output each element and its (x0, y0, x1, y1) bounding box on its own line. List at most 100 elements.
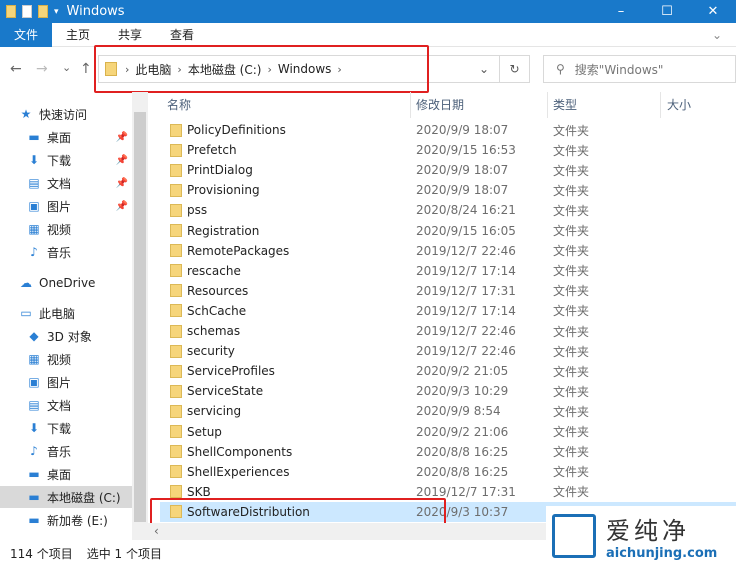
file-row[interactable]: rescache 2019/12/7 17:14 文件夹 (160, 261, 736, 281)
sidebar-item[interactable]: ▬ 本地磁盘 (C:) (0, 486, 132, 508)
sidebar-item[interactable]: ⬇ 下载 📌 (0, 149, 132, 171)
file-row[interactable]: RemotePackages 2019/12/7 22:46 文件夹 (160, 241, 736, 261)
sidebar-item[interactable]: ▬ 桌面 (0, 463, 132, 485)
file-name: rescache (187, 263, 241, 278)
file-row[interactable]: Prefetch 2020/9/15 16:53 文件夹 (160, 140, 736, 160)
file-row[interactable]: SchCache 2019/12/7 17:14 文件夹 (160, 301, 736, 321)
column-header-type[interactable]: 类型 (553, 96, 577, 113)
back-button[interactable]: ← (10, 61, 22, 77)
pin-icon[interactable]: 📌 (116, 132, 128, 143)
customize-toolbar-icon[interactable]: ▾ (54, 7, 59, 17)
sidebar-item[interactable]: ♪ 音乐 (0, 440, 132, 462)
recent-locations-button[interactable]: ⌄ (62, 61, 71, 74)
expand-ribbon-icon[interactable]: ⌄ (698, 23, 736, 47)
pin-icon[interactable]: 📌 (116, 178, 128, 189)
sidebar-item[interactable]: ▬ 新加卷 (E:) (0, 509, 132, 531)
search-input[interactable]: ⚲ 搜索"Windows" (543, 55, 736, 83)
file-date: 2020/9/9 8:54 (416, 404, 501, 419)
column-header-size[interactable]: 大小 (667, 96, 691, 113)
cube-icon: ◆ (29, 329, 39, 343)
file-date: 2020/9/9 18:07 (416, 163, 509, 178)
file-row[interactable]: Resources 2019/12/7 17:31 文件夹 (160, 281, 736, 301)
file-row[interactable]: ServiceState 2020/9/3 10:29 文件夹 (160, 381, 736, 401)
file-name: schemas (187, 324, 241, 338)
sidebar-item[interactable]: ▦ 视频 (0, 218, 132, 240)
sidebar-item[interactable]: ▣ 图片 📌 (0, 195, 132, 217)
file-date: 2020/9/3 10:29 (416, 384, 509, 399)
sidebar-item[interactable]: ♪ 音乐 (0, 241, 132, 263)
file-name: PrintDialog (187, 163, 253, 178)
file-date: 2020/9/15 16:05 (416, 223, 516, 238)
file-row[interactable]: Provisioning 2020/9/9 18:07 文件夹 (160, 180, 736, 200)
cloud-icon: ☁ (20, 276, 32, 290)
file-type: 文件夹 (553, 244, 590, 259)
file-type: 文件夹 (553, 384, 590, 399)
folder-icon (170, 404, 182, 418)
pin-icon[interactable]: 📌 (116, 201, 128, 212)
title-bar: ▾ Windows – ☐ ✕ (0, 0, 736, 23)
file-row[interactable]: PolicyDefinitions 2020/9/9 18:07 文件夹 (160, 120, 736, 140)
close-button[interactable]: ✕ (690, 0, 736, 23)
file-date: 2020/8/24 16:21 (416, 203, 516, 218)
drive-icon: ▬ (28, 490, 40, 504)
file-name: ServiceProfiles (187, 364, 275, 379)
file-name: ShellComponents (187, 444, 293, 459)
file-row[interactable]: Registration 2020/9/15 16:05 文件夹 (160, 221, 736, 241)
file-name: SchCache (187, 303, 247, 318)
file-row[interactable]: schemas 2019/12/7 22:46 文件夹 (160, 321, 736, 341)
file-name: Registration (187, 223, 260, 238)
forward-button[interactable]: → (36, 61, 48, 77)
file-row[interactable]: Setup 2020/9/2 21:06 文件夹 (160, 422, 736, 442)
up-button[interactable]: ↑ (80, 61, 92, 77)
sidebar-item[interactable]: ▤ 文档 (0, 394, 132, 416)
maximize-button[interactable]: ☐ (644, 0, 690, 23)
file-row[interactable]: ServiceProfiles 2020/9/2 21:05 文件夹 (160, 361, 736, 381)
folder-icon (170, 163, 182, 177)
folder-icon (170, 284, 182, 298)
sidebar-item[interactable]: ⬇ 下载 (0, 417, 132, 439)
pin-icon[interactable]: 📌 (116, 155, 128, 166)
file-row[interactable]: security 2019/12/7 22:46 文件夹 (160, 341, 736, 361)
file-row[interactable]: ShellComponents 2020/8/8 16:25 文件夹 (160, 442, 736, 462)
file-row[interactable]: ShellExperiences 2020/8/8 16:25 文件夹 (160, 462, 736, 482)
file-name: ServiceState (187, 384, 264, 399)
sidebar-item[interactable]: ▭ 此电脑 (0, 302, 132, 324)
sidebar-item-label: 本地磁盘 (C:) (47, 490, 121, 505)
tab-home[interactable]: 主页 (52, 23, 104, 47)
sidebar-item[interactable]: ▣ 图片 (0, 371, 132, 393)
file-name: Setup (187, 424, 222, 439)
drive-icon: ▬ (28, 513, 40, 527)
file-row[interactable]: servicing 2020/9/9 8:54 文件夹 (160, 401, 736, 421)
scroll-left-icon[interactable]: ‹ (154, 524, 159, 538)
sidebar-scrollbar[interactable] (132, 92, 148, 540)
column-header-date[interactable]: 修改日期 (416, 96, 464, 113)
desktop-icon: ▬ (28, 467, 40, 481)
folder-icon (170, 485, 182, 499)
sidebar-item[interactable]: ▤ 文档 📌 (0, 172, 132, 194)
sidebar-item[interactable]: ◆ 3D 对象 (0, 325, 132, 347)
file-type: 文件夹 (553, 224, 590, 238)
sidebar-item[interactable]: ▬ 桌面 📌 (0, 126, 132, 148)
tab-file[interactable]: 文件 (0, 22, 53, 47)
file-row[interactable]: pss 2020/8/24 16:21 文件夹 (160, 200, 736, 220)
file-row[interactable]: PrintDialog 2020/9/9 18:07 文件夹 (160, 160, 736, 180)
file-type: 文件夹 (553, 284, 590, 299)
refresh-button[interactable]: ↻ (499, 56, 529, 82)
watermark-text: 爱纯净 (606, 517, 690, 545)
column-header-name[interactable]: 名称 (167, 96, 191, 113)
properties-icon[interactable] (22, 5, 32, 18)
tab-share[interactable]: 共享 (104, 23, 156, 47)
address-history-dropdown[interactable]: ⌄ (479, 62, 489, 76)
sidebar-item[interactable]: ☁ OneDrive (0, 272, 132, 294)
window-title: Windows (66, 4, 125, 19)
sidebar-item-label: 新加卷 (E:) (47, 513, 108, 528)
sidebar-item[interactable]: ★ 快速访问 (0, 103, 132, 125)
scrollbar-thumb[interactable] (134, 112, 146, 522)
minimize-button[interactable]: – (598, 0, 644, 23)
file-type: 文件夹 (553, 264, 590, 279)
sidebar-item[interactable]: ▦ 视频 (0, 348, 132, 370)
item-count: 114 个项目 (10, 546, 73, 561)
tab-view[interactable]: 查看 (156, 23, 208, 47)
new-folder-icon[interactable] (38, 5, 48, 18)
folder-icon (170, 244, 182, 258)
